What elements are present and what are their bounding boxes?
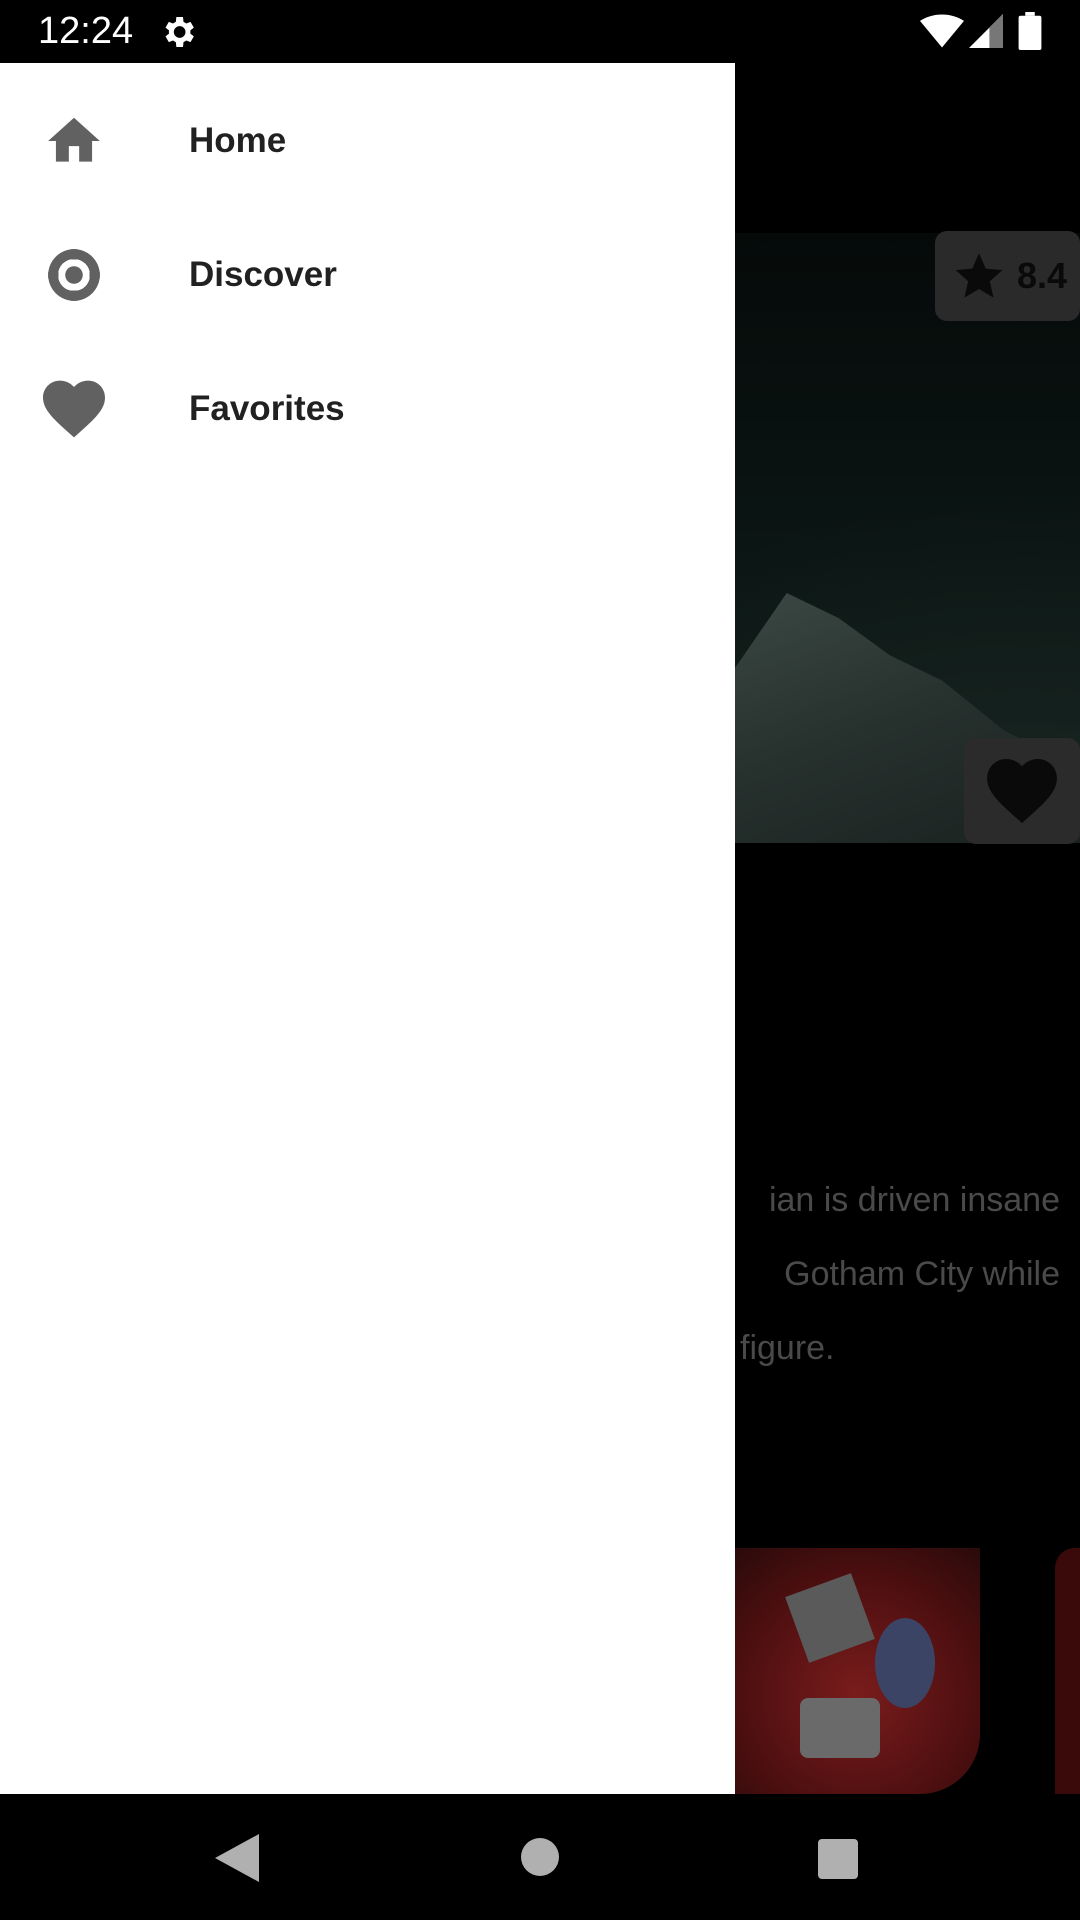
status-bar: 12:24 <box>0 0 1080 63</box>
drawer-item-label: Discover <box>189 255 337 294</box>
signal-icon <box>969 14 1003 48</box>
rating-value: 8.4 <box>1017 255 1068 296</box>
recents-button[interactable] <box>818 1839 858 1879</box>
drawer-item-favorites[interactable]: Favorites <box>0 343 735 475</box>
drawer-item-label: Home <box>189 121 287 160</box>
heart-icon <box>43 378 105 440</box>
overview-line: figure. <box>740 1329 835 1367</box>
movie-overview: ian is driven insane Gotham City while f… <box>740 1163 1060 1385</box>
overview-line: ian is driven insane <box>768 1181 1060 1219</box>
drawer-item-label: Favorites <box>189 389 345 428</box>
movie-poster[interactable] <box>735 1548 980 1794</box>
rating-badge: 8.4 <box>935 231 1080 321</box>
poster-detail <box>800 1698 880 1758</box>
discover-icon <box>43 244 105 306</box>
wifi-icon <box>920 14 964 48</box>
movie-poster[interactable] <box>1055 1548 1080 1794</box>
drawer-item-home[interactable]: Home <box>0 75 735 207</box>
navigation-drawer: Home Discover Favorites <box>0 63 735 1794</box>
status-time: 12:24 <box>38 10 134 52</box>
poster-detail <box>875 1618 935 1708</box>
home-button[interactable] <box>521 1838 559 1876</box>
home-icon <box>43 110 105 172</box>
gear-icon <box>165 17 194 47</box>
drawer-item-discover[interactable]: Discover <box>0 209 735 341</box>
battery-icon <box>1018 12 1042 50</box>
poster-detail <box>785 1573 875 1663</box>
heart-icon <box>987 759 1057 823</box>
overview-line: Gotham City while <box>784 1255 1060 1293</box>
back-icon[interactable] <box>215 1834 259 1882</box>
favorite-button[interactable] <box>964 738 1080 844</box>
system-nav-bar <box>0 1794 1080 1920</box>
star-icon <box>955 253 1003 298</box>
